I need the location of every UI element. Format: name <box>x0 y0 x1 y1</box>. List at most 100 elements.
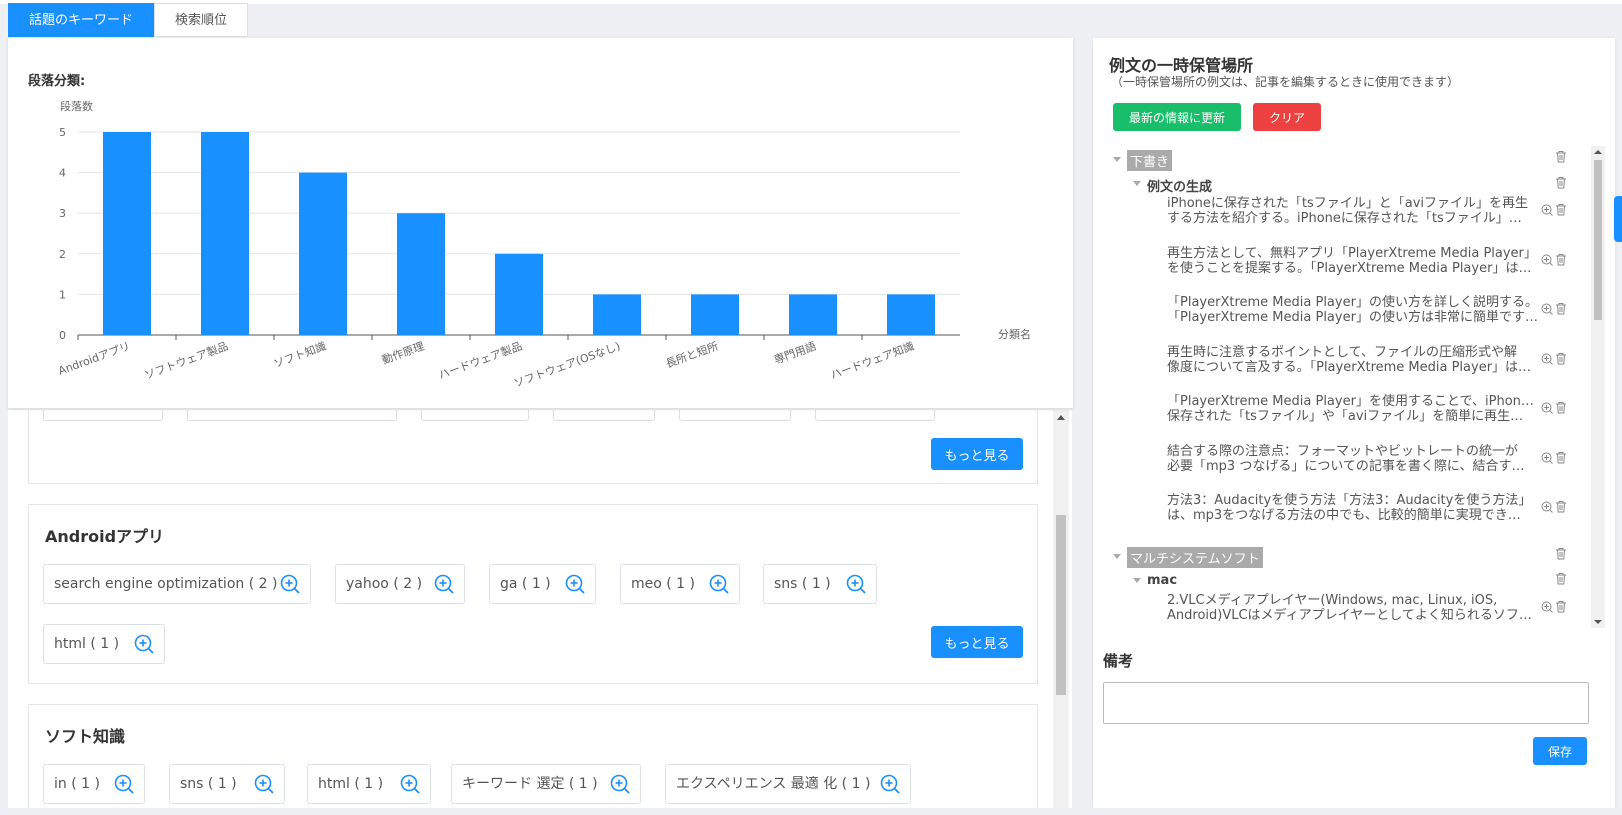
sentence-line: iPhoneに保存された「tsファイル」と「aviファイル」を再生 <box>1167 196 1529 211</box>
keyword-chip[interactable]: yahoo ( 2 ) <box>335 564 465 604</box>
example-sentence-item[interactable]: 方法3：Audacityを使う方法「方法3：Audacityを使う方法」 は、mp… <box>1167 493 1539 523</box>
zoom-in-icon[interactable] <box>280 574 300 594</box>
sentence-line: Android)VLCはメディアプレイヤーとしてよく知られるソフ… <box>1167 608 1532 623</box>
zoom-in-icon[interactable] <box>1541 501 1553 513</box>
keyword-chip[interactable] <box>187 410 397 421</box>
y-tick-label: 2 <box>59 248 66 261</box>
clear-button[interactable]: クリア <box>1253 103 1321 131</box>
zoom-in-icon[interactable] <box>134 634 154 654</box>
keyword-chip[interactable]: エクスペリエンス 最適 化 ( 1 ) <box>665 764 911 804</box>
example-sentence-item[interactable]: 「PlayerXtreme Media Player」を使用することで、iPho… <box>1167 394 1539 424</box>
zoom-in-icon[interactable] <box>254 774 274 794</box>
keyword-chip[interactable]: in ( 1 ) <box>43 764 145 804</box>
example-sentence-item[interactable]: iPhoneに保存された「tsファイル」と「aviファイル」を再生 する方法を紹介… <box>1167 196 1539 226</box>
example-sentence-item[interactable]: 「PlayerXtreme Media Player」の使い方を詳しく説明する。… <box>1167 295 1539 325</box>
show-more-button[interactable]: もっと見る <box>931 626 1023 658</box>
trash-icon[interactable] <box>1555 302 1567 315</box>
keyword-chip[interactable]: html ( 1 ) <box>307 764 431 804</box>
trash-icon[interactable] <box>1555 500 1567 513</box>
trash-icon[interactable] <box>1555 401 1567 414</box>
save-button[interactable]: 保存 <box>1533 737 1587 765</box>
trash-icon[interactable] <box>1555 176 1567 189</box>
keyword-chip[interactable]: キーワード 選定 ( 1 ) <box>451 764 641 804</box>
trash-icon[interactable] <box>1555 150 1567 163</box>
chart-bar[interactable] <box>201 132 249 335</box>
sentence-line: 保存された「tsファイル」や「aviファイル」を簡単に再生… <box>1167 409 1524 424</box>
caret-down-icon[interactable] <box>1113 157 1121 162</box>
caret-down-icon[interactable] <box>1133 181 1141 186</box>
trash-icon[interactable] <box>1555 352 1567 365</box>
keyword-chip[interactable]: sns ( 1 ) <box>169 764 285 804</box>
zoom-in-icon[interactable] <box>565 574 585 594</box>
keyword-chip[interactable] <box>815 410 935 421</box>
chart-bar[interactable] <box>103 132 151 335</box>
zoom-in-icon[interactable] <box>1541 601 1553 613</box>
bottom-strip <box>0 808 1622 815</box>
scrollbar-thumb[interactable] <box>1594 160 1602 320</box>
y-tick-label: 1 <box>59 288 66 301</box>
caret-down-icon[interactable] <box>1133 578 1141 583</box>
example-sentence-item[interactable]: 結合する際の注意点：フォーマットやビットレートの統一が 必要「mp3 つなげる」に… <box>1167 444 1539 474</box>
subfolder-label: mac <box>1147 573 1178 588</box>
keyword-chip[interactable]: meo ( 1 ) <box>620 564 740 604</box>
side-drawer-tab[interactable] <box>1614 196 1622 242</box>
zoom-in-icon[interactable] <box>400 774 420 794</box>
zoom-in-icon[interactable] <box>1541 353 1553 365</box>
keyword-chip[interactable]: search engine optimization ( 2 ) <box>43 564 311 604</box>
chart-bar[interactable] <box>789 294 837 335</box>
scroll-down-icon[interactable] <box>1594 620 1602 624</box>
keyword-chip[interactable] <box>43 410 163 421</box>
chart-bar[interactable] <box>887 294 935 335</box>
chart-bar[interactable] <box>299 172 347 335</box>
zoom-in-icon[interactable] <box>1541 204 1553 216</box>
tab-trending-keywords[interactable]: 話題のキーワード <box>8 3 155 37</box>
example-sentence-item[interactable]: 2.VLCメディアプレイヤー(Windows, mac, Linux, iOS,… <box>1167 593 1539 623</box>
left-scrollbar[interactable] <box>1053 410 1069 808</box>
keyword-label: エクスペリエンス 最適 化 ( 1 ) <box>676 776 871 792</box>
chart-bar[interactable] <box>691 294 739 335</box>
notes-textarea[interactable] <box>1103 682 1589 724</box>
keyword-chip[interactable] <box>679 410 791 421</box>
trash-icon[interactable] <box>1555 203 1567 216</box>
folder-label: 下書き <box>1127 150 1173 171</box>
trash-icon[interactable] <box>1555 547 1567 560</box>
zoom-in-icon[interactable] <box>610 774 630 794</box>
trash-icon[interactable] <box>1555 451 1567 464</box>
zoom-in-icon[interactable] <box>709 574 729 594</box>
zoom-in-icon[interactable] <box>434 574 454 594</box>
zoom-in-icon[interactable] <box>1541 254 1553 266</box>
refresh-latest-button[interactable]: 最新の情報に更新 <box>1113 103 1241 131</box>
trash-icon[interactable] <box>1555 253 1567 266</box>
tab-search-ranking[interactable]: 検索順位 <box>154 3 249 37</box>
zoom-in-icon[interactable] <box>1541 452 1553 464</box>
scroll-up-icon[interactable] <box>1057 415 1065 420</box>
chart-bar[interactable] <box>495 253 543 335</box>
tree-scrollbar[interactable] <box>1591 146 1605 628</box>
chart-bar[interactable] <box>593 294 641 335</box>
sentence-line: 「PlayerXtreme Media Player」の使い方は非常に簡単です… <box>1167 310 1538 325</box>
scrollbar-thumb[interactable] <box>1056 515 1066 695</box>
chart-bar[interactable] <box>397 213 445 335</box>
keyword-label: meo ( 1 ) <box>631 576 695 592</box>
trash-icon[interactable] <box>1555 600 1567 613</box>
zoom-in-icon[interactable] <box>846 574 866 594</box>
keyword-chip[interactable]: ga ( 1 ) <box>489 564 596 604</box>
x-tick-label: ソフトウェア(OSなし) <box>512 340 622 391</box>
keyword-chip[interactable]: html ( 1 ) <box>43 624 165 664</box>
keyword-chip[interactable]: sns ( 1 ) <box>763 564 877 604</box>
example-sentence-item[interactable]: 再生方法として、無料アプリ「PlayerXtreme Media Player」… <box>1167 246 1539 276</box>
y-tick-label: 4 <box>59 167 66 180</box>
zoom-in-icon[interactable] <box>880 774 900 794</box>
show-more-button[interactable]: もっと見る <box>931 438 1023 470</box>
caret-down-icon[interactable] <box>1113 554 1121 559</box>
scroll-up-icon[interactable] <box>1594 150 1602 154</box>
keyword-chip[interactable] <box>553 410 655 421</box>
example-sentence-item[interactable]: 再生時に注意するポイントとして、ファイルの圧縮形式や解 像度について言及する。「P… <box>1167 345 1539 375</box>
sentence-line: を使うことを提案する。「PlayerXtreme Media Player」は… <box>1167 260 1532 276</box>
trash-icon[interactable] <box>1555 572 1567 585</box>
keyword-chip[interactable] <box>421 410 529 421</box>
zoom-in-icon[interactable] <box>1541 402 1553 414</box>
zoom-in-icon[interactable] <box>1541 303 1553 315</box>
zoom-in-icon[interactable] <box>114 774 134 794</box>
x-tick-label: ソフトウェア製品 <box>143 339 230 382</box>
